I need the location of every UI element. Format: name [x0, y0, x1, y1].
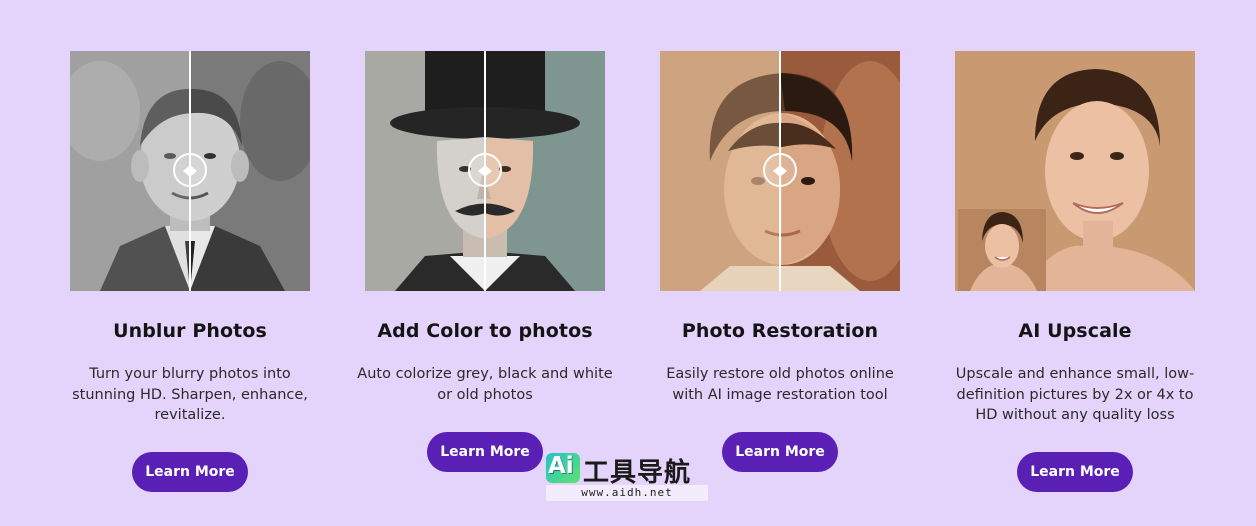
watermark-url: www.aidh.net — [546, 485, 708, 501]
arrow-right-icon — [781, 166, 787, 176]
feature-card-upscale: AI Upscale Upscale and enhance small, lo… — [940, 0, 1210, 526]
card-title: Unblur Photos — [113, 320, 267, 342]
upscale-image — [955, 51, 1195, 291]
watermark-site-name: 工具导航 — [583, 458, 692, 488]
card-title: Add Color to photos — [377, 320, 593, 342]
card-title: AI Upscale — [1018, 320, 1132, 342]
feature-card-colorize: Add Color to photos Auto colorize grey, … — [350, 0, 620, 526]
card-description: Easily restore old photos online with AI… — [666, 366, 894, 403]
card-description: Turn your blurry photos into stunning HD… — [72, 366, 308, 423]
card-title: Photo Restoration — [681, 320, 879, 342]
compare-slider-handle-icon[interactable] — [173, 153, 207, 187]
learn-more-button[interactable]: Learn More — [1017, 452, 1133, 492]
arrow-left-icon — [478, 166, 484, 176]
restoration-compare-image[interactable] — [660, 51, 900, 291]
upscale-photo-illustration — [955, 51, 1195, 291]
feature-card-unblur: Unblur Photos Turn your blurry photos in… — [55, 0, 325, 526]
colorize-compare-image[interactable] — [365, 51, 605, 291]
learn-more-button[interactable]: Learn More — [132, 452, 248, 492]
arrow-right-icon — [191, 166, 197, 176]
compare-slider-handle-icon[interactable] — [468, 153, 502, 187]
learn-more-button[interactable]: Learn More — [427, 432, 543, 472]
unblur-compare-image[interactable] — [70, 51, 310, 291]
compare-slider-handle-icon[interactable] — [763, 153, 797, 187]
card-description: Upscale and enhance small, low-definitio… — [955, 366, 1195, 423]
site-watermark: Ai 工具导航 www.aidh.net — [546, 450, 710, 502]
arrow-left-icon — [773, 166, 779, 176]
card-description: Auto colorize grey, black and white or o… — [357, 366, 613, 403]
arrow-right-icon — [486, 166, 492, 176]
arrow-left-icon — [183, 166, 189, 176]
feature-card-restoration: Photo Restoration Easily restore old pho… — [645, 0, 915, 526]
watermark-logo-text: Ai — [548, 453, 574, 479]
learn-more-button[interactable]: Learn More — [722, 432, 838, 472]
